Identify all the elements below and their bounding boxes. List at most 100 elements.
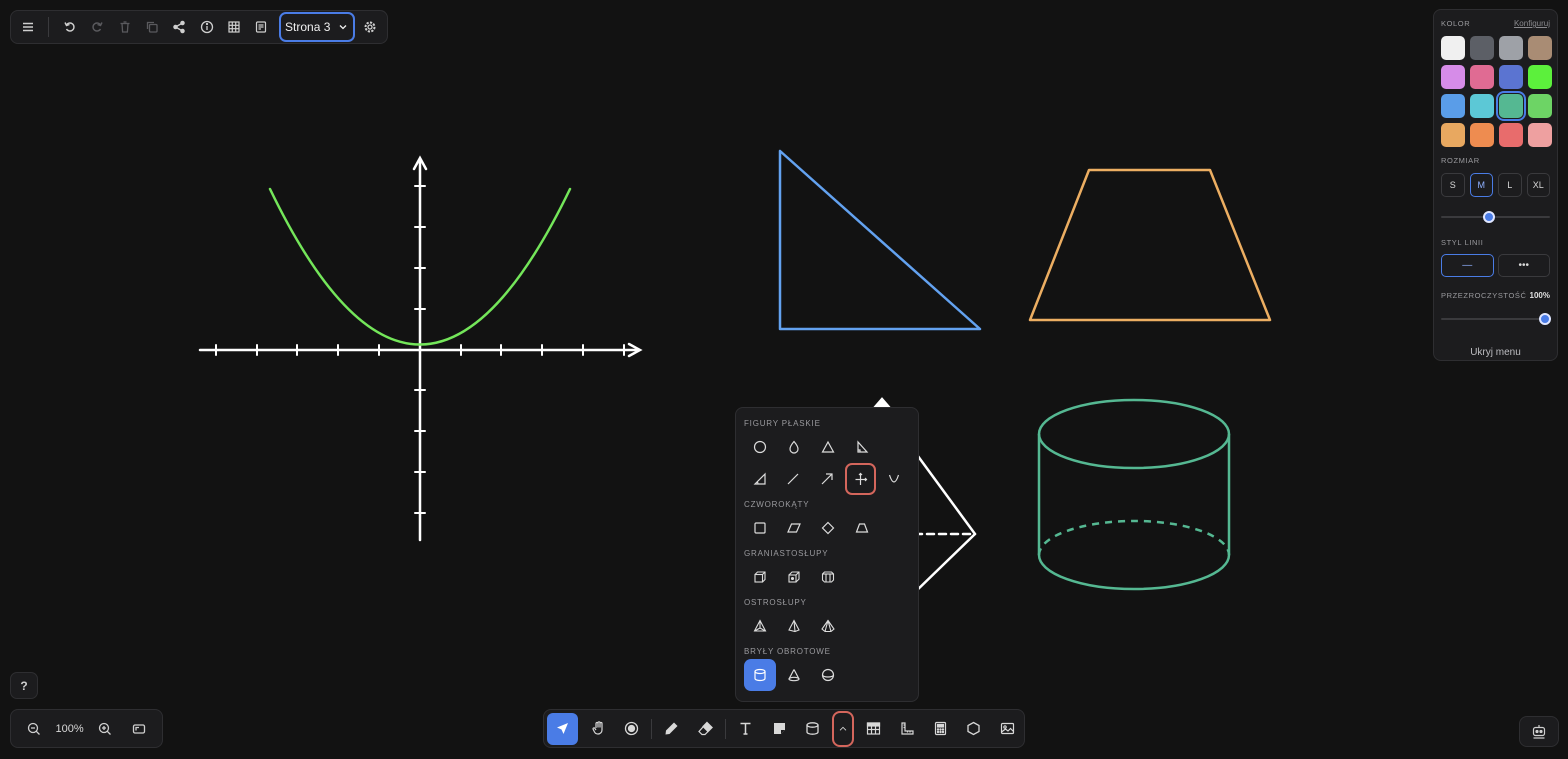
sphere-shape-button[interactable] xyxy=(812,659,844,691)
sticky-note-tool-button[interactable] xyxy=(765,714,792,744)
cuboid-shape-button[interactable] xyxy=(778,561,810,593)
hand-tool-button[interactable] xyxy=(584,714,611,744)
square-pyramid-shape-button[interactable] xyxy=(778,610,810,642)
color-swatch[interactable] xyxy=(1499,36,1523,60)
axes-shape-button[interactable] xyxy=(844,463,877,495)
shapes-tool-button[interactable] xyxy=(799,714,826,744)
ruler-tool-button[interactable] xyxy=(893,714,920,744)
line-icon xyxy=(787,473,799,485)
size-button-m[interactable]: M xyxy=(1469,173,1493,197)
robot-icon xyxy=(1532,724,1546,739)
hide-menu-button[interactable]: Ukryj menu xyxy=(1441,347,1550,358)
color-swatch[interactable] xyxy=(1499,123,1523,147)
parabola-shape-button[interactable] xyxy=(878,463,910,495)
zoom-level[interactable]: 100% xyxy=(56,723,84,735)
color-swatch[interactable] xyxy=(1470,94,1494,118)
color-swatch[interactable] xyxy=(1528,36,1552,60)
circle-shape-button[interactable] xyxy=(744,431,776,463)
pen-tool-button[interactable] xyxy=(658,714,685,744)
line-shape-button[interactable] xyxy=(778,463,810,495)
redo-icon[interactable] xyxy=(86,15,109,39)
triangle-shape-button[interactable] xyxy=(812,431,844,463)
opacity-slider-thumb[interactable] xyxy=(1539,313,1551,325)
rhombus-shape-button[interactable] xyxy=(812,512,844,544)
size-button-xl[interactable]: XL xyxy=(1526,173,1550,197)
notes-icon[interactable] xyxy=(249,15,272,39)
color-swatch[interactable] xyxy=(1441,123,1465,147)
opacity-slider[interactable] xyxy=(1441,313,1551,325)
menu-icon[interactable] xyxy=(16,15,39,39)
page-selector[interactable]: Strona 3 xyxy=(278,12,355,42)
cube-shape-button[interactable] xyxy=(744,561,776,593)
cylinder-shape[interactable] xyxy=(1037,398,1231,591)
arrow-shape-button[interactable] xyxy=(811,463,843,495)
color-swatch[interactable] xyxy=(1528,123,1552,147)
hexagonal-pyramid-shape-button[interactable] xyxy=(812,610,844,642)
hexagonal-prism-shape-button[interactable] xyxy=(812,561,844,593)
angle-icon xyxy=(753,472,766,485)
size-button-l[interactable]: L xyxy=(1498,173,1522,197)
info-icon[interactable] xyxy=(195,15,218,39)
sticky-note-icon xyxy=(773,723,785,734)
color-swatch[interactable] xyxy=(1470,65,1494,89)
style-panel: KOLOR Konfiguruj ROZMIAR S M L XL STYL L… xyxy=(1433,9,1558,361)
help-button[interactable]: ? xyxy=(10,672,38,699)
trapezoid-shape-button[interactable] xyxy=(846,512,878,544)
shapes-expand-button[interactable] xyxy=(832,710,854,747)
fit-screen-icon[interactable] xyxy=(127,717,151,741)
zoom-in-icon[interactable] xyxy=(93,717,117,741)
color-swatch[interactable] xyxy=(1528,94,1552,118)
right-triangle-shape-button[interactable] xyxy=(846,431,878,463)
size-slider[interactable] xyxy=(1441,211,1550,223)
color-swatch[interactable] xyxy=(1496,91,1526,121)
page-selector-label: Strona 3 xyxy=(285,20,331,34)
bottom-toolbar xyxy=(543,709,1025,748)
hexagon-icon xyxy=(967,721,981,736)
coordinate-axes[interactable] xyxy=(198,155,643,542)
trapezoid-shape[interactable] xyxy=(1028,168,1272,322)
calculator-tool-button[interactable] xyxy=(927,714,954,744)
angle-shape-button[interactable] xyxy=(744,463,776,495)
square-shape-button[interactable] xyxy=(744,512,776,544)
color-swatch[interactable] xyxy=(1441,65,1465,89)
parallelogram-shape-button[interactable] xyxy=(778,512,810,544)
undo-icon[interactable] xyxy=(58,15,81,39)
axes-icon xyxy=(855,472,867,485)
color-swatch[interactable] xyxy=(1528,65,1552,89)
customize-link[interactable]: Konfiguruj xyxy=(1514,19,1550,28)
laser-tool-button[interactable] xyxy=(618,714,645,744)
grid-icon[interactable] xyxy=(222,15,245,39)
trash-icon[interactable] xyxy=(113,15,136,39)
cylinder-shape-button[interactable] xyxy=(744,659,776,691)
drop-icon xyxy=(789,440,799,454)
image-tool-button[interactable] xyxy=(994,714,1021,744)
right-triangle-shape[interactable] xyxy=(778,149,982,331)
select-tool-button[interactable] xyxy=(547,712,579,745)
cylinder-icon xyxy=(806,722,819,735)
color-swatch[interactable] xyxy=(1470,123,1494,147)
gear-icon[interactable] xyxy=(359,15,382,39)
assistant-button[interactable] xyxy=(1519,716,1559,747)
eraser-tool-button[interactable] xyxy=(692,714,719,744)
polygon-tool-button[interactable] xyxy=(960,714,987,744)
color-swatch[interactable] xyxy=(1441,94,1465,118)
square-icon xyxy=(754,522,766,534)
zoom-out-icon[interactable] xyxy=(22,717,46,741)
duplicate-icon[interactable] xyxy=(140,15,163,39)
line-style-solid-button[interactable]: — xyxy=(1441,254,1494,277)
share-icon[interactable] xyxy=(168,15,191,39)
ellipse-shape-button[interactable] xyxy=(778,431,810,463)
triangular-pyramid-shape-button[interactable] xyxy=(744,610,776,642)
line-style-dotted-button[interactable]: ••• xyxy=(1497,254,1550,277)
cone-shape-button[interactable] xyxy=(778,659,810,691)
color-swatch[interactable] xyxy=(1441,36,1465,60)
right-triangle-icon xyxy=(857,440,869,453)
hand-icon xyxy=(591,721,603,735)
table-tool-button[interactable] xyxy=(860,714,887,744)
color-swatch[interactable] xyxy=(1470,36,1494,60)
size-button-s[interactable]: S xyxy=(1441,173,1465,197)
size-options: S M L XL xyxy=(1441,173,1550,197)
color-swatch[interactable] xyxy=(1499,65,1523,89)
text-tool-button[interactable] xyxy=(732,714,759,744)
size-slider-thumb[interactable] xyxy=(1483,211,1495,223)
